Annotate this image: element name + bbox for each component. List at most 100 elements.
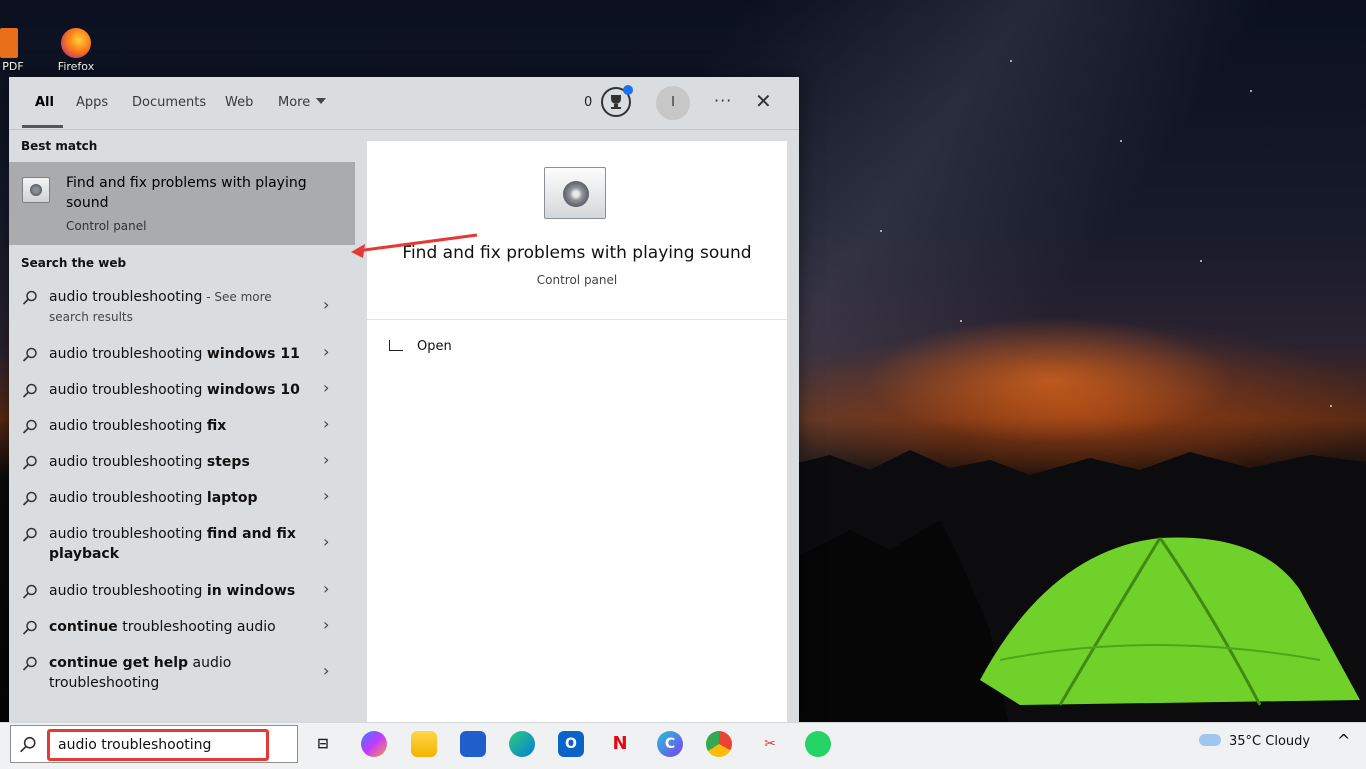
search-icon [22, 347, 37, 362]
whatsapp-icon[interactable] [805, 731, 831, 757]
web-result-item[interactable]: audio troubleshooting fix › [9, 414, 355, 438]
chrome-icon[interactable] [706, 731, 732, 757]
profile-avatar[interactable]: I [656, 86, 690, 120]
result-prefix: audio troubleshooting [49, 454, 207, 470]
web-result-item[interactable]: audio troubleshooting laptop › [9, 486, 355, 510]
result-emphasis: laptop [206, 490, 258, 506]
web-result-text: audio troubleshooting in windows [49, 581, 309, 601]
desktop-icon-label: PDF [2, 60, 24, 73]
more-options-button[interactable]: ··· [714, 91, 732, 110]
web-result-item[interactable]: audio troubleshooting find and fix playb… [9, 524, 355, 566]
weather-condition: Cloudy [1265, 734, 1311, 749]
result-emphasis: windows 11 [206, 346, 300, 362]
search-topbar: All Apps Documents Web More 0 I ··· ✕ [9, 77, 799, 130]
active-tab-indicator [22, 125, 63, 128]
result-prefix: audio troubleshooting [49, 526, 207, 542]
chevron-right-icon: › [323, 450, 330, 469]
best-match-result[interactable]: Find and fix problems with playing sound… [9, 162, 355, 245]
tab-apps[interactable]: Apps [76, 95, 108, 110]
close-button[interactable]: ✕ [755, 89, 772, 113]
result-prefix: audio troubleshooting [49, 346, 207, 362]
web-result-item[interactable]: audio troubleshooting windows 11 › [9, 342, 355, 366]
search-icon [20, 736, 36, 753]
task-view-icon[interactable]: ⊟ [310, 731, 336, 757]
tab-documents[interactable]: Documents [132, 95, 206, 110]
search-icon [22, 527, 37, 542]
result-emphasis: fix [206, 418, 227, 434]
pdf-desktop-icon[interactable]: PDF [0, 28, 26, 73]
search-icon [22, 383, 37, 398]
open-label: Open [417, 339, 452, 354]
web-result-item[interactable]: audio troubleshooting in windows › [9, 579, 355, 603]
sound-troubleshooter-large-icon [544, 167, 606, 219]
taskbar-search-box[interactable] [10, 725, 298, 763]
web-result-text: audio troubleshooting - See more search … [49, 287, 309, 327]
speaker-cone [563, 181, 589, 207]
web-result-see-more[interactable]: audio troubleshooting - See more search … [9, 287, 355, 329]
canva-icon[interactable]: C [657, 731, 683, 757]
search-icon [22, 419, 37, 434]
tab-more[interactable]: More [278, 95, 327, 110]
file-explorer-icon[interactable] [411, 731, 437, 757]
result-emphasis: continue get help [49, 655, 189, 671]
best-match-subtitle: Control panel [66, 219, 147, 233]
preview-subtitle: Control panel [536, 273, 618, 287]
snipping-tool-icon[interactable]: ✂ [757, 731, 783, 757]
star [1250, 90, 1252, 92]
chevron-right-icon: › [323, 378, 330, 397]
chevron-right-icon: › [323, 579, 330, 598]
tab-all[interactable]: All [35, 95, 54, 110]
taskbar: ⊟ O N C ✂ 35°C Cloudy ^ [0, 722, 1366, 769]
divider [367, 319, 787, 320]
notification-dot [623, 85, 633, 95]
copilot-icon[interactable] [361, 731, 387, 757]
web-result-text: audio troubleshooting find and fix playb… [49, 524, 309, 564]
outlook-icon[interactable]: O [558, 731, 584, 757]
result-rest: troubleshooting audio [117, 619, 276, 635]
weather-widget[interactable]: 35°C Cloudy [1199, 734, 1310, 749]
star [1200, 260, 1202, 262]
chevron-right-icon: › [323, 414, 330, 433]
weather-temp: 35°C [1229, 734, 1262, 749]
open-action[interactable]: Open [389, 339, 452, 354]
result-query: audio troubleshooting [49, 289, 203, 305]
star [1120, 140, 1122, 142]
chevron-right-icon: › [323, 532, 330, 551]
pdf-app-icon [0, 28, 18, 58]
tab-web[interactable]: Web [225, 95, 253, 110]
result-preview-pane: Find and fix problems with playing sound… [367, 141, 787, 722]
chevron-right-icon: › [323, 295, 330, 314]
web-result-item[interactable]: audio troubleshooting steps › [9, 450, 355, 474]
web-result-item[interactable]: audio troubleshooting windows 10 › [9, 378, 355, 402]
web-result-text: continue troubleshooting audio [49, 617, 309, 637]
result-emphasis: steps [206, 454, 250, 470]
cloud-icon [1199, 734, 1221, 746]
result-prefix: audio troubleshooting [49, 490, 207, 506]
edge-icon[interactable] [509, 731, 535, 757]
search-icon [22, 656, 37, 671]
web-result-item[interactable]: continue troubleshooting audio › [9, 615, 355, 639]
star [1010, 60, 1012, 62]
web-result-text: audio troubleshooting windows 11 [49, 344, 309, 364]
result-prefix: audio troubleshooting [49, 418, 207, 434]
search-icon [22, 491, 37, 506]
firefox-desktop-icon[interactable]: Firefox [54, 28, 98, 73]
annotation-arrow [351, 233, 478, 258]
tent-illustration [980, 537, 1360, 706]
show-hidden-icons-chevron-icon[interactable]: ^ [1337, 731, 1350, 750]
firefox-icon [61, 28, 91, 58]
rewards-points: 0 [584, 95, 593, 110]
search-icon [22, 455, 37, 470]
web-result-text: audio troubleshooting laptop [49, 488, 309, 508]
result-prefix: audio troubleshooting [49, 583, 207, 599]
star [880, 230, 882, 232]
netflix-icon[interactable]: N [607, 731, 633, 757]
web-result-text: continue get help audio troubleshooting [49, 653, 309, 693]
chevron-right-icon: › [323, 342, 330, 361]
search-input[interactable] [47, 729, 269, 761]
search-web-heading: Search the web [21, 256, 127, 270]
search-icon [22, 290, 37, 305]
result-emphasis: continue [49, 619, 118, 635]
microsoft-store-icon[interactable] [460, 731, 486, 757]
web-result-item[interactable]: continue get help audio troubleshooting … [9, 653, 355, 695]
